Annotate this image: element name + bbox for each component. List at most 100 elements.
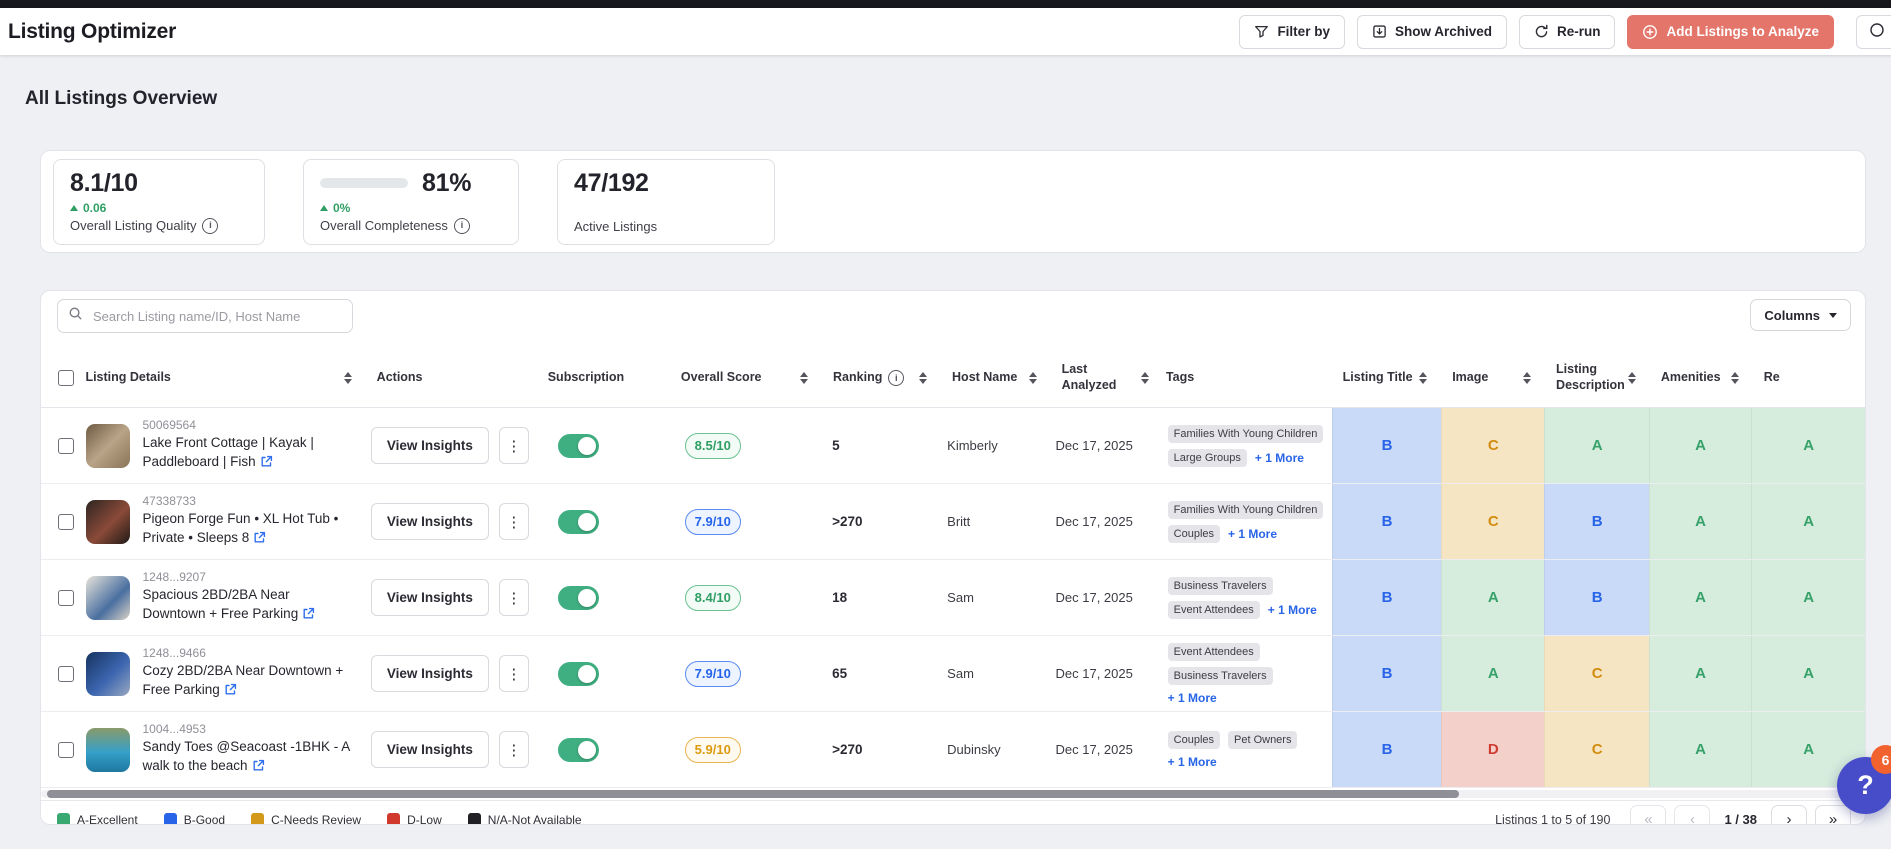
tag-pill: Families With Young Children xyxy=(1168,425,1324,443)
external-link-icon xyxy=(253,532,266,547)
listing-title-link[interactable]: Pigeon Forge Fun • XL Hot Tub • Private … xyxy=(143,510,353,549)
view-insights-button[interactable]: View Insights xyxy=(371,655,489,692)
column-header-amenities[interactable]: Amenities xyxy=(1648,349,1751,407)
grade-cell: B xyxy=(1544,560,1648,635)
sort-icon[interactable] xyxy=(919,372,927,384)
last-page-button[interactable]: » xyxy=(1815,805,1851,826)
filter-by-button[interactable]: Filter by xyxy=(1239,15,1345,49)
row-checkbox[interactable] xyxy=(58,514,74,530)
grade-cell: C xyxy=(1441,484,1544,559)
header-buttons: Filter by Show Archived Re-run xyxy=(1239,15,1615,49)
row-checkbox[interactable] xyxy=(58,666,74,682)
subscription-toggle[interactable] xyxy=(558,586,599,610)
ranking-value: 18 xyxy=(822,560,941,635)
tag-line: CouplesPet Owners xyxy=(1168,731,1298,749)
search-input[interactable] xyxy=(91,308,342,325)
more-tags-link[interactable]: + 1 More xyxy=(1255,451,1304,465)
sort-icon[interactable] xyxy=(1628,372,1636,384)
more-tags-link[interactable]: + 1 More xyxy=(1268,603,1317,617)
listing-title-link[interactable]: Sandy Toes @Seacoast -1BHK - A walk to t… xyxy=(143,738,353,777)
scrollbar-thumb[interactable] xyxy=(47,790,1459,798)
quality-card-label: Overall Listing Quality xyxy=(70,218,196,233)
grade-cell: A xyxy=(1649,408,1751,483)
view-insights-button[interactable]: View Insights xyxy=(371,427,489,464)
row-checkbox[interactable] xyxy=(58,438,74,454)
select-all-cell xyxy=(41,349,85,407)
column-header-listing-description[interactable]: Listing Description xyxy=(1543,349,1648,407)
overflow-header-button[interactable] xyxy=(1856,15,1891,49)
prev-page-button[interactable]: ‹ xyxy=(1674,805,1710,826)
table-row: 1004...4953Sandy Toes @Seacoast -1BHK - … xyxy=(41,712,1865,788)
columns-button[interactable]: Columns xyxy=(1750,299,1851,331)
sort-icon[interactable] xyxy=(1523,372,1531,384)
column-header-overall-score[interactable]: Overall Score xyxy=(668,349,820,407)
subscription-toggle[interactable] xyxy=(558,510,599,534)
column-header-ranking[interactable]: Rankingi xyxy=(820,349,939,407)
column-header-last-analyzed[interactable]: Last Analyzed xyxy=(1049,349,1161,407)
select-all-checkbox[interactable] xyxy=(58,370,74,386)
kebab-menu-button[interactable] xyxy=(499,503,529,540)
sort-icon[interactable] xyxy=(1029,372,1037,384)
row-checkbox[interactable] xyxy=(58,590,74,606)
row-checkbox[interactable] xyxy=(58,742,74,758)
listing-details-cell: 50069564Lake Front Cottage | Kayak | Pad… xyxy=(86,408,365,483)
listing-title-link[interactable]: Spacious 2BD/2BA Near Downtown + Free Pa… xyxy=(143,586,353,625)
subscription-toggle[interactable] xyxy=(558,662,599,686)
add-listings-to-analyze-button[interactable]: Add Listings to Analyze xyxy=(1627,15,1834,49)
column-header-host-name[interactable]: Host Name xyxy=(939,349,1049,407)
more-tags-link[interactable]: + 1 More xyxy=(1168,755,1217,769)
grade-cell: C xyxy=(1544,712,1648,787)
legend-swatch xyxy=(387,813,400,825)
sort-icon[interactable] xyxy=(1141,372,1149,384)
sort-icon[interactable] xyxy=(344,372,352,384)
tag-line: Event Attendees + 1 More xyxy=(1168,601,1317,619)
info-icon[interactable]: i xyxy=(454,218,470,234)
grade-cell: A xyxy=(1544,408,1648,483)
overall-score-badge: 8.5/10 xyxy=(685,433,741,459)
more-tags-link[interactable]: + 1 More xyxy=(1168,691,1217,705)
table-toolbar: Columns xyxy=(41,291,1865,349)
last-analyzed-date: Dec 17, 2025 xyxy=(1051,484,1163,559)
subscription-toggle[interactable] xyxy=(558,738,599,762)
kebab-menu-button[interactable] xyxy=(499,427,529,464)
legend-swatch xyxy=(164,813,177,825)
view-insights-button[interactable]: View Insights xyxy=(371,731,489,768)
tag-line: Business Travelers xyxy=(1168,577,1273,595)
host-name: Kimberly xyxy=(941,408,1050,483)
column-header-actions: Actions xyxy=(364,349,535,407)
first-page-button[interactable]: « xyxy=(1630,805,1666,826)
external-link-icon xyxy=(302,608,315,623)
view-insights-button[interactable]: View Insights xyxy=(371,579,489,616)
tag-pill: Event Attendees xyxy=(1168,601,1260,619)
view-insights-button[interactable]: View Insights xyxy=(371,503,489,540)
column-header-image[interactable]: Image xyxy=(1439,349,1543,407)
show-archived-button[interactable]: Show Archived xyxy=(1357,15,1507,49)
column-header-listing-details[interactable]: Listing Details xyxy=(85,349,363,407)
column-header-listing-title[interactable]: Listing Title xyxy=(1330,349,1440,407)
column-header-tags: Tags xyxy=(1161,349,1330,407)
sort-icon[interactable] xyxy=(1419,372,1427,384)
sort-icon[interactable] xyxy=(800,372,808,384)
kebab-menu-button[interactable] xyxy=(499,579,529,616)
refresh-icon xyxy=(1534,24,1549,39)
sort-icon[interactable] xyxy=(1731,372,1739,384)
table-row: 47338733Pigeon Forge Fun • XL Hot Tub • … xyxy=(41,484,1865,560)
grade-cell: B xyxy=(1332,712,1441,787)
re-run-button[interactable]: Re-run xyxy=(1519,15,1616,49)
listing-title-link[interactable]: Cozy 2BD/2BA Near Downtown + Free Parkin… xyxy=(143,662,353,701)
info-icon[interactable]: i xyxy=(202,218,218,234)
last-analyzed-date: Dec 17, 2025 xyxy=(1051,408,1163,483)
header-actions: Filter by Show Archived Re-run Add Listing… xyxy=(1239,15,1891,49)
listing-thumbnail xyxy=(86,728,130,772)
listing-title-link[interactable]: Lake Front Cottage | Kayak | Paddleboard… xyxy=(143,434,353,473)
tag-pill: Large Groups xyxy=(1168,449,1247,467)
info-icon[interactable]: i xyxy=(888,370,904,386)
more-tags-link[interactable]: + 1 More xyxy=(1228,527,1277,541)
listing-details-cell: 1004...4953Sandy Toes @Seacoast -1BHK - … xyxy=(86,712,365,787)
grade-cell: D xyxy=(1441,712,1544,787)
legend-item: A-Excellent xyxy=(57,813,138,826)
kebab-menu-button[interactable] xyxy=(499,731,529,768)
next-page-button[interactable]: › xyxy=(1771,805,1807,826)
subscription-toggle[interactable] xyxy=(558,434,599,458)
kebab-menu-button[interactable] xyxy=(499,655,529,692)
